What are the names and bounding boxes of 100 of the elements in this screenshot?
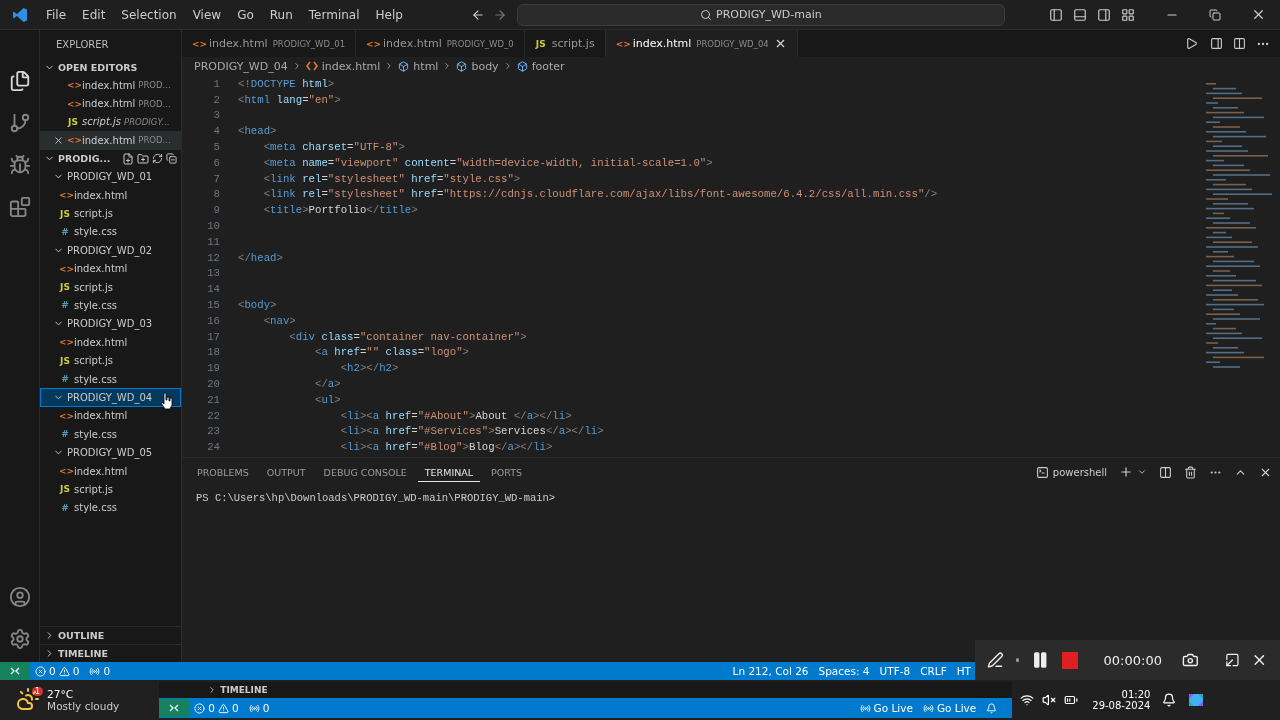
open-editor-item[interactable]: <>index.html PROD...: [40, 131, 181, 150]
chevron-down-icon[interactable]: [1137, 467, 1147, 477]
menu-item[interactable]: View: [184, 7, 230, 22]
open-editor-item[interactable]: <>index.html PROD...: [40, 94, 181, 113]
command-center-search[interactable]: PRODIGY_WD-main: [516, 3, 1005, 26]
explorer-folder[interactable]: PRODIGY_WD_04: [40, 388, 181, 407]
ports-status[interactable]: 0: [84, 665, 116, 677]
app-logo-icon: [12, 6, 28, 23]
go-live-button[interactable]: Go Live: [917, 702, 982, 714]
refresh-icon[interactable]: [152, 153, 163, 165]
speaker-muted-icon[interactable]: [1042, 693, 1057, 707]
explorer-entry[interactable]: <>index.html: [40, 185, 181, 205]
line-number: 3: [212, 109, 221, 122]
remote-button[interactable]: [159, 699, 190, 717]
back-arrow-icon[interactable]: [470, 7, 485, 22]
camera-icon[interactable]: [1181, 651, 1199, 669]
stop-button[interactable]: [1061, 651, 1078, 669]
explorer-entry[interactable]: <>index.html: [40, 461, 181, 481]
timeline-header[interactable]: TIMELINE: [220, 685, 268, 695]
status-item[interactable]: Ln 212, Col 26: [727, 665, 814, 677]
status-item[interactable]: UTF-8: [874, 665, 916, 677]
explorer-entry[interactable]: JS script.js: [40, 277, 181, 297]
secondary-sidebar-icon[interactable]: [1097, 7, 1111, 22]
close-icon[interactable]: [53, 134, 64, 146]
problems-status[interactable]: 0 0: [189, 702, 244, 714]
account-icon[interactable]: [8, 586, 31, 608]
sidebar-toggle-icon[interactable]: [1049, 7, 1063, 22]
menu-item[interactable]: File: [38, 7, 75, 22]
restore-icon[interactable]: [1209, 8, 1221, 21]
problems-status[interactable]: 0 0: [30, 665, 85, 677]
new-folder-icon[interactable]: [137, 152, 149, 165]
status-item[interactable]: HT: [951, 665, 976, 677]
menu-item[interactable]: Terminal: [300, 7, 368, 22]
panel-tab[interactable]: OUTPUT: [259, 462, 313, 482]
split-terminal-icon[interactable]: [1159, 465, 1172, 479]
panel-toggle-icon[interactable]: [1073, 7, 1087, 22]
remote-button[interactable]: [0, 662, 30, 680]
explorer-folder[interactable]: PRODIGY_WD_01: [40, 167, 181, 186]
go-live-button[interactable]: Go Live: [854, 702, 918, 714]
panel-tab[interactable]: PORTS: [484, 462, 530, 482]
new-file-icon[interactable]: [122, 152, 134, 165]
panel-tab[interactable]: PROBLEMS: [190, 462, 256, 482]
battery-icon[interactable]: [1064, 693, 1079, 707]
status-item[interactable]: CRLF: [915, 665, 952, 677]
collapse-icon[interactable]: [1224, 652, 1240, 668]
explorer-icon[interactable]: [8, 70, 31, 92]
explorer-entry[interactable]: # style.css: [40, 222, 181, 242]
open-editors-header[interactable]: OPEN EDITORS: [40, 58, 181, 76]
section-header[interactable]: OUTLINE: [40, 626, 181, 644]
close-icon[interactable]: [1251, 7, 1266, 22]
shell-name[interactable]: powershell: [1052, 466, 1107, 478]
editor-tab[interactable]: <> index.html PRODIGY_WD_04: [605, 30, 798, 57]
breadcrumb-item[interactable]: PRODIGY_WD_04: [194, 59, 288, 73]
settings-icon[interactable]: [8, 628, 31, 650]
explorer-folder[interactable]: PRODIGY_WD_02: [40, 241, 181, 260]
extensions-icon[interactable]: [8, 196, 31, 218]
open-editor-item[interactable]: JS script.js PRODIGY...: [40, 112, 181, 132]
panel-tab[interactable]: DEBUG CONSOLE: [316, 462, 414, 482]
explorer-entry[interactable]: <>index.html: [40, 406, 181, 426]
forward-arrow-icon[interactable]: [492, 7, 507, 22]
menu-item[interactable]: Go: [229, 7, 262, 22]
explorer-entry[interactable]: JS script.js: [40, 351, 181, 370]
breadcrumb-item[interactable]: footer: [531, 59, 565, 73]
explorer-entry[interactable]: JS script.js: [40, 480, 181, 499]
notification-icon[interactable]: [1162, 693, 1177, 707]
workspace-header[interactable]: PRODIG...: [40, 149, 181, 168]
code-line: <a href="" class="logo">: [313, 346, 469, 359]
status-item[interactable]: Spaces: 4: [813, 665, 875, 677]
pen-icon[interactable]: [987, 651, 1004, 669]
explorer-entry[interactable]: # style.css: [40, 296, 181, 315]
ports-status[interactable]: 0: [243, 702, 275, 714]
explorer-entry[interactable]: <>index.html: [40, 333, 181, 352]
panel-tab[interactable]: TERMINAL: [417, 462, 481, 482]
explorer-entry[interactable]: <>index.html: [40, 259, 181, 278]
trash-icon[interactable]: [1184, 465, 1197, 479]
menu-item[interactable]: Edit: [74, 7, 114, 22]
menu-item[interactable]: Help: [367, 7, 411, 22]
breadcrumb-item[interactable]: index.html: [321, 59, 381, 73]
menu-item[interactable]: Selection: [113, 7, 185, 22]
explorer-entry[interactable]: # style.css: [40, 425, 181, 444]
menu-item[interactable]: Run: [261, 7, 301, 22]
explorer-entry[interactable]: # style.css: [40, 369, 181, 389]
source-control-icon[interactable]: [8, 112, 31, 134]
explorer-folder[interactable]: PRODIGY_WD_05: [40, 443, 181, 462]
collapse-all-icon[interactable]: [166, 153, 177, 165]
breadcrumb-item[interactable]: html: [413, 59, 439, 73]
explorer-entry[interactable]: JS script.js: [40, 204, 181, 223]
explorer-entry[interactable]: # style.css: [40, 498, 181, 517]
open-editor-item[interactable]: <>index.html PROD...: [40, 76, 181, 95]
layout-icon[interactable]: [1121, 7, 1135, 22]
clock-date[interactable]: 29-08-2024: [1092, 700, 1151, 711]
clock-time[interactable]: 01:20: [1121, 689, 1151, 700]
wifi-icon[interactable]: [1020, 693, 1035, 707]
explorer-folder[interactable]: PRODIGY_WD_03: [40, 314, 181, 334]
breadcrumb-item[interactable]: body: [471, 59, 499, 73]
new-terminal-icon[interactable]: [1119, 465, 1133, 479]
line-number: 9: [212, 204, 221, 217]
weather-icon[interactable]: [16, 687, 40, 713]
error-icon: [194, 702, 206, 714]
run-debug-icon[interactable]: [8, 154, 31, 176]
